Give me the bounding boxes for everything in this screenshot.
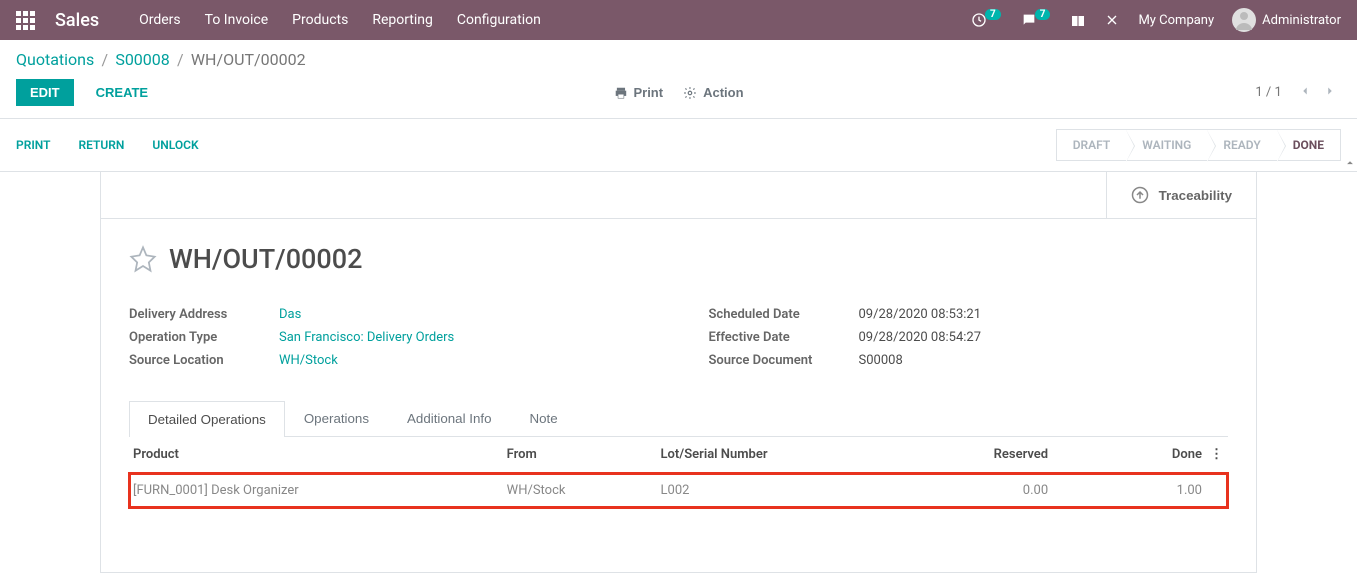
messaging-icon[interactable]: 7 xyxy=(1021,12,1053,28)
action-bar: PRINT RETURN UNLOCK DRAFT WAITING READY … xyxy=(0,119,1357,172)
source-document-label: Source Document xyxy=(709,353,859,368)
cell-from: WH/Stock xyxy=(503,473,657,509)
gift-icon[interactable] xyxy=(1070,12,1086,28)
gear-icon xyxy=(683,86,697,100)
breadcrumb-order[interactable]: S00008 xyxy=(115,50,169,69)
tab-note[interactable]: Note xyxy=(511,400,577,436)
top-nav: Sales Orders To Invoice Products Reporti… xyxy=(0,0,1357,40)
print-icon xyxy=(613,86,627,100)
unlock-link[interactable]: UNLOCK xyxy=(152,138,198,152)
col-done[interactable]: Done xyxy=(1052,437,1206,473)
status-draft[interactable]: DRAFT xyxy=(1056,129,1127,161)
nav-orders[interactable]: Orders xyxy=(139,12,181,28)
nav-products[interactable]: Products xyxy=(292,12,348,28)
create-button[interactable]: CREATE xyxy=(82,79,162,106)
pager-prev-button[interactable] xyxy=(1294,84,1316,101)
cell-product: [FURN_0001] Desk Organizer xyxy=(129,473,503,509)
module-name[interactable]: Sales xyxy=(55,10,99,31)
cell-done: 1.00 xyxy=(1052,473,1206,509)
user-menu[interactable]: Administrator xyxy=(1232,8,1341,32)
scheduled-date-value: 09/28/2020 08:53:21 xyxy=(859,307,982,322)
company-selector[interactable]: My Company xyxy=(1138,13,1214,28)
apps-icon[interactable] xyxy=(16,11,35,30)
breadcrumb-root[interactable]: Quotations xyxy=(16,50,94,69)
activity-badge: 7 xyxy=(985,9,1001,20)
tab-additional-info[interactable]: Additional Info xyxy=(388,400,510,436)
nav-reporting[interactable]: Reporting xyxy=(372,12,433,28)
breadcrumb-current: WH/OUT/00002 xyxy=(191,50,306,69)
breadcrumb: Quotations / S00008 / WH/OUT/00002 xyxy=(0,40,1357,73)
pager-count: 1 / 1 xyxy=(1255,85,1281,100)
arrow-up-icon xyxy=(1131,186,1149,204)
tab-operations[interactable]: Operations xyxy=(285,400,388,436)
status-ready[interactable]: READY xyxy=(1207,129,1276,161)
nav-right: 7 7 My Company Administrator xyxy=(971,8,1341,32)
col-reserved[interactable]: Reserved xyxy=(920,437,1052,473)
effective-date-label: Effective Date xyxy=(709,330,859,345)
messaging-badge: 7 xyxy=(1035,9,1051,20)
tools-icon[interactable] xyxy=(1104,12,1120,28)
effective-date-value: 09/28/2020 08:54:27 xyxy=(859,330,982,345)
cell-lot: L002 xyxy=(657,473,921,509)
scheduled-date-label: Scheduled Date xyxy=(709,307,859,322)
operation-type-label: Operation Type xyxy=(129,330,279,345)
operations-table: Product From Lot/Serial Number Reserved … xyxy=(129,437,1228,508)
user-name: Administrator xyxy=(1262,13,1341,28)
breadcrumb-sep: / xyxy=(101,50,108,69)
col-menu[interactable]: ⋮ xyxy=(1206,437,1228,473)
source-location-label: Source Location xyxy=(129,353,279,368)
print-link[interactable]: PRINT xyxy=(16,138,50,152)
page-title: WH/OUT/00002 xyxy=(169,243,362,275)
tab-detailed-operations[interactable]: Detailed Operations xyxy=(129,401,285,437)
status-done[interactable]: DONE xyxy=(1277,129,1341,161)
traceability-button[interactable]: Traceability xyxy=(1106,172,1256,218)
table-row[interactable]: [FURN_0001] Desk Organizer WH/Stock L002… xyxy=(129,473,1228,509)
operation-type-value[interactable]: San Francisco: Delivery Orders xyxy=(279,330,454,345)
delivery-address-value[interactable]: Das xyxy=(279,307,301,322)
status-bar: DRAFT WAITING READY DONE xyxy=(1056,129,1341,161)
col-lot[interactable]: Lot/Serial Number xyxy=(657,437,921,473)
edit-button[interactable]: EDIT xyxy=(16,79,74,106)
avatar-icon xyxy=(1232,8,1256,32)
delivery-address-label: Delivery Address xyxy=(129,307,279,322)
control-bar: EDIT CREATE Print Action 1 / 1 xyxy=(0,73,1357,119)
activity-icon[interactable]: 7 xyxy=(971,12,1003,28)
breadcrumb-sep: / xyxy=(177,50,184,69)
pager-next-button[interactable] xyxy=(1319,84,1341,101)
return-link[interactable]: RETURN xyxy=(78,138,124,152)
source-location-value[interactable]: WH/Stock xyxy=(279,353,338,368)
scroll-up-icon[interactable] xyxy=(1343,156,1357,170)
nav-to-invoice[interactable]: To Invoice xyxy=(205,12,269,28)
favorite-star-icon[interactable] xyxy=(129,245,157,273)
status-waiting[interactable]: WAITING xyxy=(1126,129,1207,161)
nav-configuration[interactable]: Configuration xyxy=(457,12,541,28)
pager: 1 / 1 xyxy=(1255,84,1341,102)
col-from[interactable]: From xyxy=(503,437,657,473)
col-product[interactable]: Product xyxy=(129,437,503,473)
action-button[interactable]: Action xyxy=(683,85,743,100)
cell-reserved: 0.00 xyxy=(920,473,1052,509)
print-button[interactable]: Print xyxy=(613,85,663,100)
form-sheet: Traceability WH/OUT/00002 Delivery Addre… xyxy=(100,171,1257,573)
tabs: Detailed Operations Operations Additiona… xyxy=(129,400,1228,437)
source-document-value: S00008 xyxy=(859,353,903,368)
nav-menu: Orders To Invoice Products Reporting Con… xyxy=(139,12,971,28)
